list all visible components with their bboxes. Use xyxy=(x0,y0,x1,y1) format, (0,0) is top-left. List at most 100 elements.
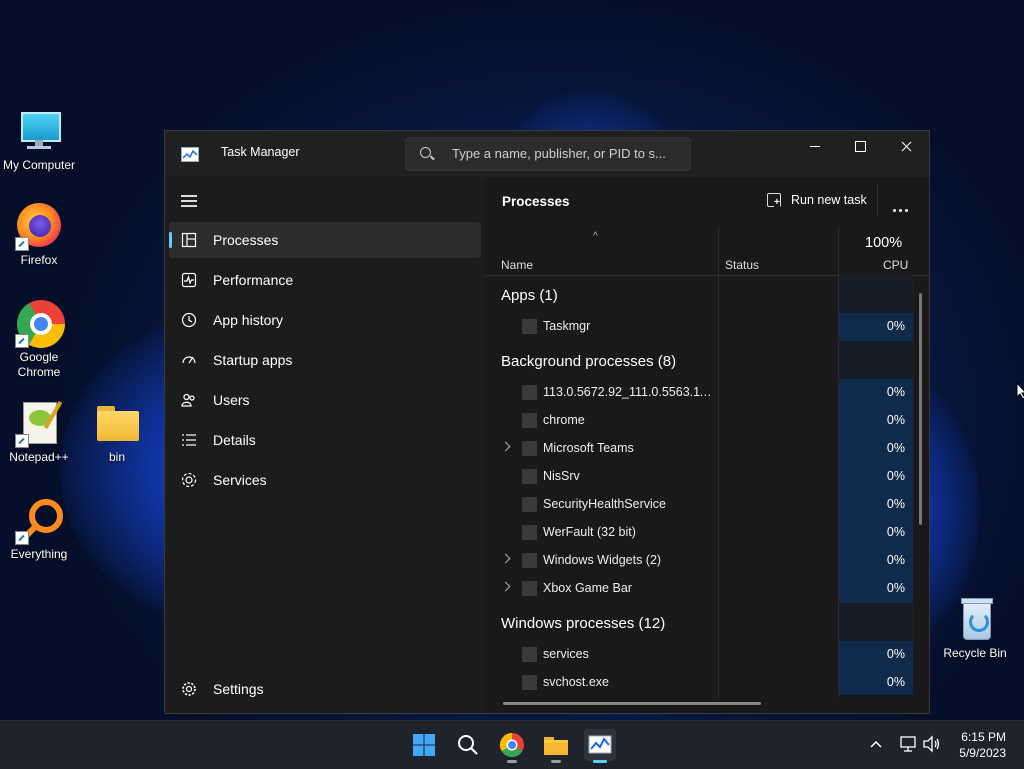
desktop-icon-google-chrome[interactable]: Google Chrome xyxy=(0,300,78,380)
volume-icon[interactable] xyxy=(922,735,942,753)
nav-item-performance[interactable]: Performance xyxy=(169,262,481,298)
column-header-name[interactable]: Name xyxy=(501,258,533,272)
shortcut-arrow-icon xyxy=(15,237,29,251)
taskbar-file-explorer[interactable] xyxy=(540,729,572,763)
cpu-value: 0% xyxy=(886,497,905,511)
more-options-icon[interactable] xyxy=(893,199,911,212)
cpu-value: 0% xyxy=(886,413,905,427)
process-name: Xbox Game Bar xyxy=(543,581,632,595)
search-icon xyxy=(458,735,478,755)
cpu-cell: 0% xyxy=(839,435,913,463)
desktop-icon-recycle-bin[interactable]: Recycle Bin xyxy=(936,596,1014,661)
table-row[interactable]: chrome 0% xyxy=(485,407,913,435)
processes-panel: Processes Run new task ^ Name Status 100… xyxy=(485,177,929,713)
taskbar-search-button[interactable] xyxy=(452,729,484,761)
cpu-cell: 0% xyxy=(839,519,913,547)
close-button[interactable] xyxy=(883,131,929,163)
process-name: chrome xyxy=(543,413,585,427)
run-new-task-label: Run new task xyxy=(791,193,867,207)
process-icon xyxy=(522,553,537,568)
search-input[interactable]: Type a name, publisher, or PID to s... xyxy=(452,146,666,161)
title-bar[interactable]: Task Manager Type a name, publisher, or … xyxy=(165,131,929,177)
process-group-header[interactable]: Windows processes (12) xyxy=(485,603,913,641)
nav-item-processes[interactable]: Processes xyxy=(169,222,481,258)
shortcut-arrow-icon xyxy=(15,334,29,348)
chevron-right-icon[interactable] xyxy=(500,553,511,564)
process-name: Microsoft Teams xyxy=(543,441,634,455)
nav-item-users[interactable]: Users xyxy=(169,382,481,418)
notepad-plus-plus-icon xyxy=(15,400,63,448)
process-icon xyxy=(522,675,537,690)
cpu-value: 0% xyxy=(886,675,905,689)
table-row[interactable]: Xbox Game Bar 0% xyxy=(485,575,913,603)
column-header-status[interactable]: Status xyxy=(725,258,759,272)
nav-item-services[interactable]: Services xyxy=(169,462,481,498)
minimize-button[interactable] xyxy=(792,131,838,163)
taskbar-task-manager[interactable] xyxy=(584,729,616,763)
header-divider xyxy=(877,185,878,215)
table-row[interactable]: NisSrv 0% xyxy=(485,463,913,491)
table-row[interactable]: services 0% xyxy=(485,641,913,669)
vertical-scrollbar[interactable] xyxy=(919,293,922,525)
page-title: Processes xyxy=(502,194,570,209)
nav-item-label: Details xyxy=(213,432,256,448)
system-clock[interactable]: 6:15 PM 5/9/2023 xyxy=(948,729,1006,761)
cpu-cell: 0% xyxy=(839,641,913,669)
desktop-icon-firefox[interactable]: Firefox xyxy=(0,203,78,268)
group-title: Apps (1) xyxy=(501,287,558,304)
nav-item-details[interactable]: Details xyxy=(169,422,481,458)
cpu-total-usage: 100% xyxy=(865,235,903,251)
desktop-icon-label: Everything xyxy=(10,547,68,561)
process-name: Windows Widgets (2) xyxy=(543,553,662,567)
horizontal-scrollbar[interactable] xyxy=(503,702,761,705)
table-row[interactable]: WerFault (32 bit) 0% xyxy=(485,519,913,547)
cpu-cell xyxy=(839,341,913,379)
taskbar-chrome[interactable] xyxy=(496,729,528,763)
column-headers: ^ Name Status 100% CPU xyxy=(485,227,929,276)
desktop-icon-bin-folder[interactable]: bin xyxy=(78,400,156,465)
table-row[interactable]: Microsoft Teams 0% xyxy=(485,435,913,463)
hamburger-menu-icon[interactable] xyxy=(181,195,197,207)
firefox-icon xyxy=(15,203,63,251)
task-manager-app-icon xyxy=(181,147,199,162)
desktop-icon-label: My Computer xyxy=(2,158,76,172)
process-list: Apps (1) Taskmgr 0% Background processes (8… xyxy=(485,275,929,695)
chrome-icon xyxy=(499,733,524,758)
running-indicator xyxy=(507,760,517,763)
desktop-icon-notepad-plus-plus[interactable]: Notepad++ xyxy=(0,400,78,465)
start-button[interactable] xyxy=(408,729,440,761)
process-group-header[interactable]: Apps (1) xyxy=(485,275,913,313)
process-icon xyxy=(522,413,537,428)
search-icon xyxy=(420,147,431,158)
desktop-icon-my-computer[interactable]: My Computer xyxy=(0,108,78,173)
column-header-cpu[interactable]: CPU xyxy=(883,258,908,272)
search-box[interactable]: Type a name, publisher, or PID to s... xyxy=(405,137,691,171)
process-icon xyxy=(522,581,537,596)
cpu-cell xyxy=(839,275,913,313)
panel-header: Processes Run new task xyxy=(485,177,929,227)
nav-item-settings[interactable]: Settings xyxy=(169,671,481,707)
chevron-right-icon[interactable] xyxy=(500,441,511,452)
chevron-up-icon[interactable] xyxy=(870,739,882,749)
desktop-icon-everything[interactable]: Everything xyxy=(0,497,78,562)
running-indicator xyxy=(593,760,607,763)
cpu-value: 0% xyxy=(886,553,905,567)
desktop-icon-label: bin xyxy=(108,450,125,464)
network-icon[interactable] xyxy=(899,735,917,753)
folder-icon xyxy=(544,737,568,755)
nav-item-startup-apps[interactable]: Startup apps xyxy=(169,342,481,378)
sort-ascending-icon: ^ xyxy=(593,231,598,242)
table-row[interactable]: Taskmgr 0% xyxy=(485,313,913,341)
table-row[interactable]: Windows Widgets (2) 0% xyxy=(485,547,913,575)
nav-item-app-history[interactable]: App history xyxy=(169,302,481,338)
desktop-icon-label: Notepad++ xyxy=(9,450,69,464)
process-group-header[interactable]: Background processes (8) xyxy=(485,341,913,379)
chevron-right-icon[interactable] xyxy=(500,581,511,592)
shortcut-arrow-icon xyxy=(15,434,29,448)
taskbar: 6:15 PM 5/9/2023 xyxy=(0,720,1024,769)
table-row[interactable]: svchost.exe 0% xyxy=(485,669,913,695)
table-row[interactable]: 113.0.5672.92_111.0.5563.111_c... 0% xyxy=(485,379,913,407)
table-row[interactable]: SecurityHealthService 0% xyxy=(485,491,913,519)
cpu-cell: 0% xyxy=(839,547,913,575)
maximize-button[interactable] xyxy=(837,131,883,163)
